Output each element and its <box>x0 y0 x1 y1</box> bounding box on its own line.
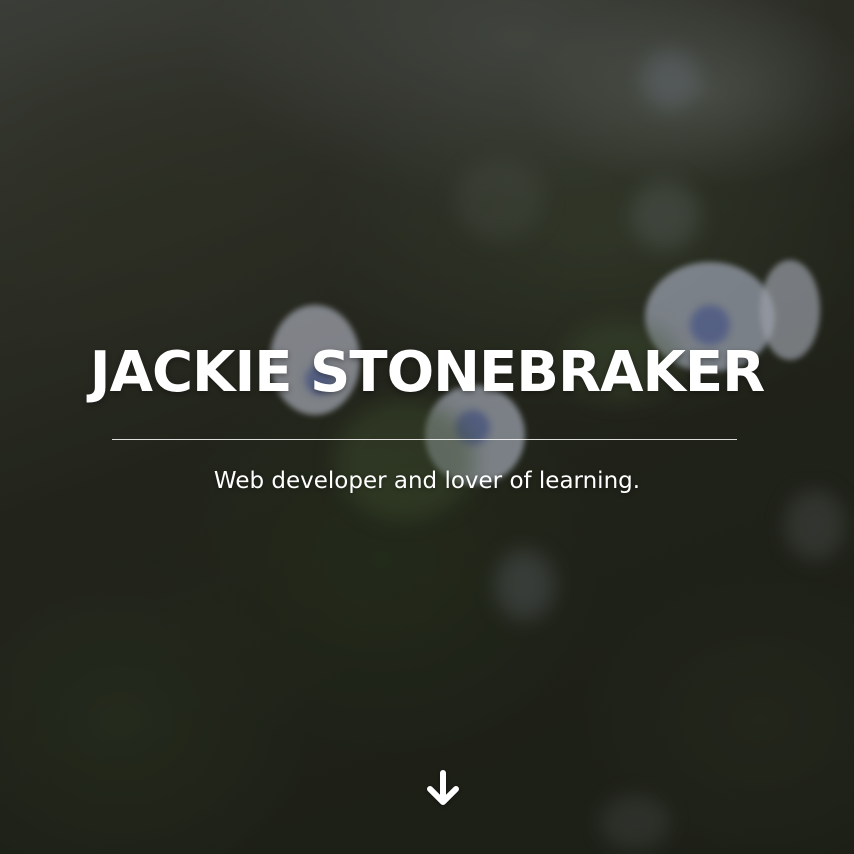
arrow-down-icon <box>427 770 459 805</box>
scroll-down-button[interactable] <box>423 769 463 809</box>
title-divider <box>112 439 737 440</box>
tagline: Web developer and lover of learning. <box>213 468 641 494</box>
hero-content: JACKIE STONEBRAKER Web developer and lov… <box>0 0 854 854</box>
hero-section: JACKIE STONEBRAKER Web developer and lov… <box>0 0 854 854</box>
page-title: JACKIE STONEBRAKER <box>89 340 765 405</box>
